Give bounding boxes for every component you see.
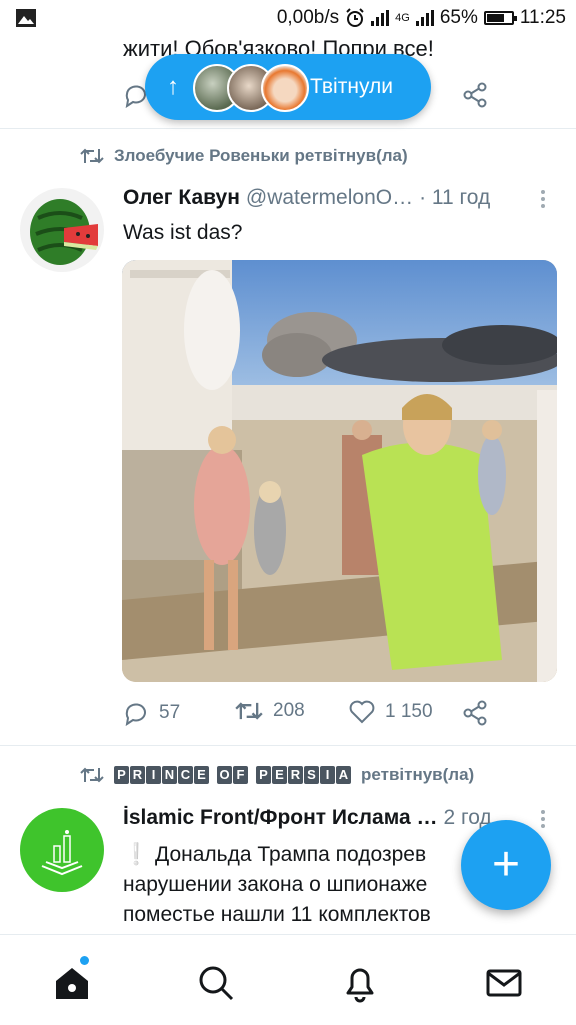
name-letter: C: [178, 766, 193, 784]
like-count: 1 150: [385, 701, 433, 722]
name-letter: P: [114, 766, 129, 784]
name-letter: A: [336, 766, 351, 784]
compose-tweet-button[interactable]: +: [461, 820, 551, 910]
search-icon[interactable]: [196, 963, 236, 1003]
name-letter: I: [146, 766, 161, 784]
tweet-text-line: нарушении закона о шпионаже: [123, 873, 428, 896]
bottom-navigation: [0, 934, 576, 1025]
bell-icon[interactable]: [340, 963, 380, 1003]
retweet-button[interactable]: 208: [235, 700, 305, 722]
tweet-time: · 11 год: [419, 186, 491, 209]
avatar[interactable]: [20, 808, 104, 892]
new-tweets-label: Твітнули: [310, 75, 393, 98]
name-letter: O: [217, 766, 232, 784]
battery-percent: 65%: [439, 7, 478, 28]
name-letter: N: [162, 766, 177, 784]
beach-photo-image: [122, 260, 557, 682]
name-letter: P: [256, 766, 271, 784]
reply-count: 57: [159, 702, 181, 723]
author-name[interactable]: Олег Кавун: [123, 186, 240, 210]
reply-button[interactable]: 57: [123, 700, 180, 726]
tweet-text: Was ist das?: [123, 221, 243, 244]
name-letter: E: [194, 766, 209, 784]
tweet-text-line: поместье нашли 11 комплектов: [123, 903, 431, 926]
new-tweets-pill[interactable]: ↑ Твітнули: [145, 54, 431, 120]
retweet-icon: [235, 702, 263, 720]
share-icon[interactable]: [462, 82, 488, 108]
retweet-icon: [80, 767, 104, 783]
share-icon: [463, 700, 487, 726]
tweet-header: İslamic Front/Фронт Ислама … 2 год: [123, 806, 492, 830]
more-options-icon[interactable]: [541, 190, 547, 211]
retweet-count: 208: [273, 700, 305, 721]
avatar: [261, 64, 309, 112]
retweeted-by[interactable]: Злоебучие Ровеньки ретвітнув(ла): [114, 146, 408, 166]
reply-icon: [125, 703, 146, 726]
avatar-stack: [193, 64, 309, 112]
clock: 11:25: [519, 7, 566, 28]
retweet-context: PRINCEOFPERSIA ретвітнув(ла): [80, 765, 474, 785]
name-letter: F: [233, 766, 248, 784]
tweet-text: ❕ Дональда Трампа подозрев нарушении зак…: [123, 840, 431, 930]
more-options-icon[interactable]: [541, 810, 547, 831]
divider: [0, 745, 576, 746]
alarm-icon: [346, 8, 364, 27]
battery-icon: [483, 11, 517, 25]
share-button[interactable]: [462, 700, 488, 726]
avatar[interactable]: [20, 188, 104, 272]
signal-icon: [371, 10, 390, 26]
retweeted-by-suffix: ретвітнув(ла): [361, 765, 475, 784]
name-letter: I: [320, 766, 335, 784]
network-speed: 0,00b/s: [276, 7, 340, 28]
mail-icon[interactable]: [484, 963, 524, 1003]
name-letter: S: [304, 766, 319, 784]
image-icon: [16, 9, 36, 27]
name-letter: E: [272, 766, 287, 784]
name-letter: R: [288, 766, 303, 784]
signal-icon-2: [415, 10, 434, 26]
tweet-text-line: ❕ Дональда Трампа подозрев: [123, 843, 427, 866]
home-notification-dot: [80, 956, 89, 965]
retweet-icon: [80, 148, 104, 164]
plus-icon: +: [491, 838, 521, 891]
like-icon: [349, 700, 375, 724]
like-button[interactable]: 1 150: [349, 700, 433, 724]
retweeted-by-name[interactable]: PRINCEOFPERSIA: [114, 766, 351, 784]
tweet-image[interactable]: [122, 260, 557, 682]
author-name[interactable]: İslamic Front/Фронт Ислама …: [123, 806, 437, 830]
tweet-actions: 57 208 1 150: [123, 700, 563, 728]
status-bar: 0,00b/s 4G 65% 11:25: [0, 0, 576, 36]
home-icon[interactable]: [52, 963, 92, 1003]
network-type: 4G: [395, 12, 410, 24]
name-letter: R: [130, 766, 145, 784]
retweet-context: Злоебучие Ровеньки ретвітнув(ла): [80, 146, 408, 166]
watermelon-avatar-icon: [20, 188, 104, 272]
author-handle[interactable]: @watermelonO…: [246, 186, 413, 210]
arrow-up-icon: ↑: [167, 73, 179, 100]
tweet-header: Олег Кавун @watermelonO… · 11 год: [123, 186, 490, 210]
divider: [0, 128, 576, 129]
islamic-front-avatar-icon: [20, 808, 104, 892]
